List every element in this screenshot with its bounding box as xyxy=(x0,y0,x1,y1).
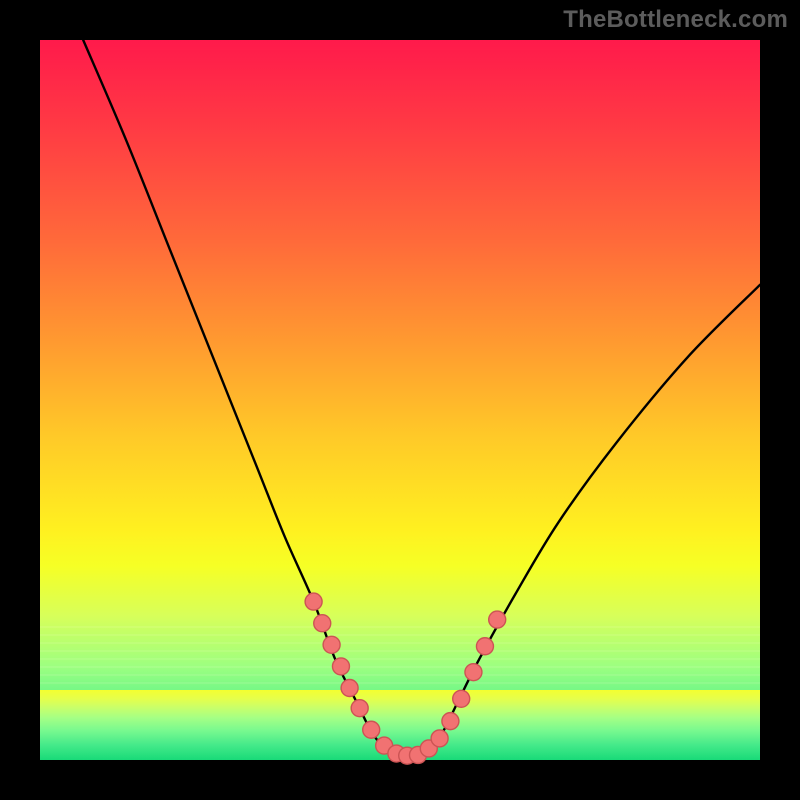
data-marker xyxy=(314,615,331,632)
data-marker xyxy=(363,721,380,738)
chart-frame: TheBottleneck.com xyxy=(0,0,800,800)
data-marker xyxy=(332,658,349,675)
bottleneck-curve xyxy=(83,40,760,757)
curve-layer xyxy=(40,40,760,760)
watermark-text: TheBottleneck.com xyxy=(563,6,788,34)
data-marker xyxy=(442,713,459,730)
data-marker xyxy=(489,611,506,628)
data-marker xyxy=(431,730,448,747)
data-marker xyxy=(351,700,368,717)
data-marker xyxy=(465,664,482,681)
data-marker xyxy=(341,680,358,697)
marker-group xyxy=(305,593,506,764)
data-marker xyxy=(453,690,470,707)
data-marker xyxy=(476,638,493,655)
plot-area xyxy=(40,40,760,760)
data-marker xyxy=(305,593,322,610)
data-marker xyxy=(323,636,340,653)
